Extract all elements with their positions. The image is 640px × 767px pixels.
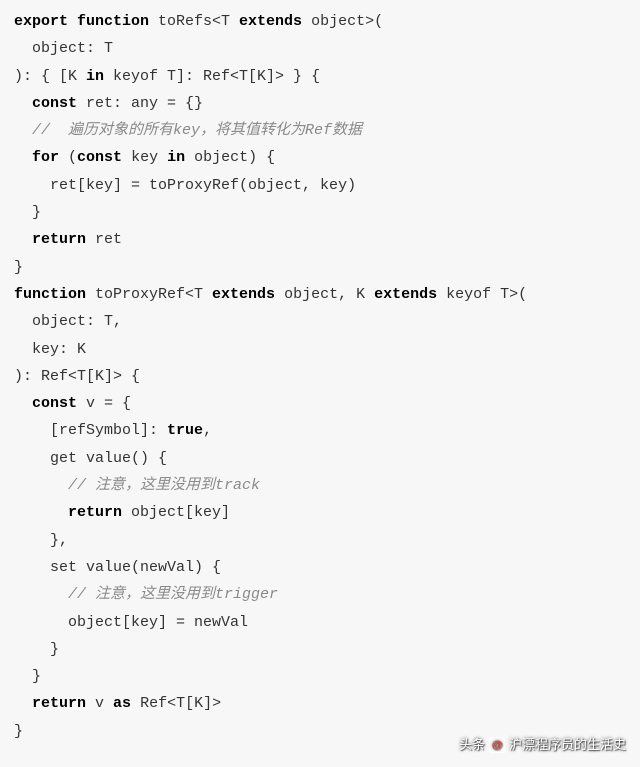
code-segment-plain: key xyxy=(122,149,167,166)
code-segment-keyword: extends xyxy=(212,286,275,303)
code-segment-plain: keyof T]: Ref<T[K]> } { xyxy=(104,68,320,85)
code-segment-plain: ret: any = {} xyxy=(77,95,203,112)
code-segment-plain: set value(newVal) { xyxy=(50,559,221,576)
code-line: ): { [K in keyof T]: Ref<T[K]> } { xyxy=(14,63,626,90)
code-line: return ret xyxy=(14,226,626,253)
code-segment-plain: , xyxy=(203,422,212,439)
code-segment-plain: object: T, xyxy=(32,313,122,330)
watermark: 头条 @ 沪漂程序员的生活史 xyxy=(459,733,626,757)
code-segment-plain: get value() { xyxy=(50,450,167,467)
code-line: } xyxy=(14,199,626,226)
code-segment-keyword: as xyxy=(113,695,131,712)
code-segment-keyword: true xyxy=(167,422,203,439)
code-segment-keyword: const xyxy=(77,149,122,166)
code-segment-plain: toRefs<T xyxy=(149,13,239,30)
code-segment-plain: object) { xyxy=(185,149,275,166)
code-line: }, xyxy=(14,527,626,554)
code-segment-plain: [refSymbol]: xyxy=(50,422,167,439)
code-segment-plain: ret[key] = toProxyRef(object, key) xyxy=(50,177,356,194)
code-line: const v = { xyxy=(14,390,626,417)
code-segment-keyword: extends xyxy=(374,286,437,303)
code-segment-keyword: return xyxy=(68,504,122,521)
code-line: ret[key] = toProxyRef(object, key) xyxy=(14,172,626,199)
code-segment-plain: object[key] xyxy=(122,504,230,521)
code-line: object: T, xyxy=(14,308,626,335)
code-segment-comment: // 注意，这里没用到track xyxy=(68,477,260,494)
watermark-text: 沪漂程序员的生活史 xyxy=(509,733,626,757)
code-segment-plain: } xyxy=(14,723,23,740)
code-segment-keyword: extends xyxy=(239,13,302,30)
code-segment-plain: v = { xyxy=(77,395,131,412)
code-segment-plain: object[key] = newVal xyxy=(68,614,248,631)
code-line: // 遍历对象的所有key，将其值转化为Ref数据 xyxy=(14,117,626,144)
code-segment-keyword: function xyxy=(14,286,86,303)
code-line: get value() { xyxy=(14,445,626,472)
code-segment-plain: object>( xyxy=(302,13,383,30)
code-line: key: K xyxy=(14,336,626,363)
code-line: const ret: any = {} xyxy=(14,90,626,117)
code-segment-plain: keyof T>( xyxy=(437,286,527,303)
code-segment-plain: toProxyRef<T xyxy=(86,286,212,303)
code-segment-keyword: export function xyxy=(14,13,149,30)
code-line: return v as Ref<T[K]> xyxy=(14,690,626,717)
code-segment-plain: object, K xyxy=(275,286,374,303)
code-segment-keyword: in xyxy=(86,68,104,85)
code-block: export function toRefs<T extends object>… xyxy=(14,8,626,745)
code-segment-plain: ret xyxy=(86,231,122,248)
code-segment-keyword: for xyxy=(32,149,59,166)
code-segment-plain: } xyxy=(14,259,23,276)
code-segment-plain: v xyxy=(86,695,113,712)
code-segment-plain: Ref<T[K]> xyxy=(131,695,221,712)
code-line: // 注意，这里没用到track xyxy=(14,472,626,499)
code-segment-plain: key: K xyxy=(32,341,86,358)
code-segment-keyword: return xyxy=(32,695,86,712)
code-segment-keyword: const xyxy=(32,395,77,412)
code-line: } xyxy=(14,663,626,690)
code-segment-comment: // 注意，这里没用到trigger xyxy=(68,586,278,603)
code-line: } xyxy=(14,254,626,281)
code-segment-plain: }, xyxy=(50,532,68,549)
watermark-icon: @ xyxy=(489,737,505,753)
code-line: set value(newVal) { xyxy=(14,554,626,581)
code-segment-plain: } xyxy=(32,668,41,685)
code-line: return object[key] xyxy=(14,499,626,526)
code-segment-plain: object: T xyxy=(32,40,113,57)
code-line: ): Ref<T[K]> { xyxy=(14,363,626,390)
code-segment-keyword: return xyxy=(32,231,86,248)
code-line: for (const key in object) { xyxy=(14,144,626,171)
code-line: function toProxyRef<T extends object, K … xyxy=(14,281,626,308)
code-segment-plain: } xyxy=(32,204,41,221)
code-segment-comment: // 遍历对象的所有key，将其值转化为Ref数据 xyxy=(32,122,362,139)
code-line: export function toRefs<T extends object>… xyxy=(14,8,626,35)
code-segment-plain: ): Ref<T[K]> { xyxy=(14,368,140,385)
code-line: object[key] = newVal xyxy=(14,609,626,636)
code-segment-plain: ( xyxy=(59,149,77,166)
code-segment-keyword: in xyxy=(167,149,185,166)
code-line: object: T xyxy=(14,35,626,62)
code-line: } xyxy=(14,636,626,663)
watermark-prefix: 头条 xyxy=(459,733,485,757)
code-segment-plain: ): { [K xyxy=(14,68,86,85)
code-line: // 注意，这里没用到trigger xyxy=(14,581,626,608)
code-segment-plain: } xyxy=(50,641,59,658)
code-line: [refSymbol]: true, xyxy=(14,417,626,444)
code-segment-keyword: const xyxy=(32,95,77,112)
